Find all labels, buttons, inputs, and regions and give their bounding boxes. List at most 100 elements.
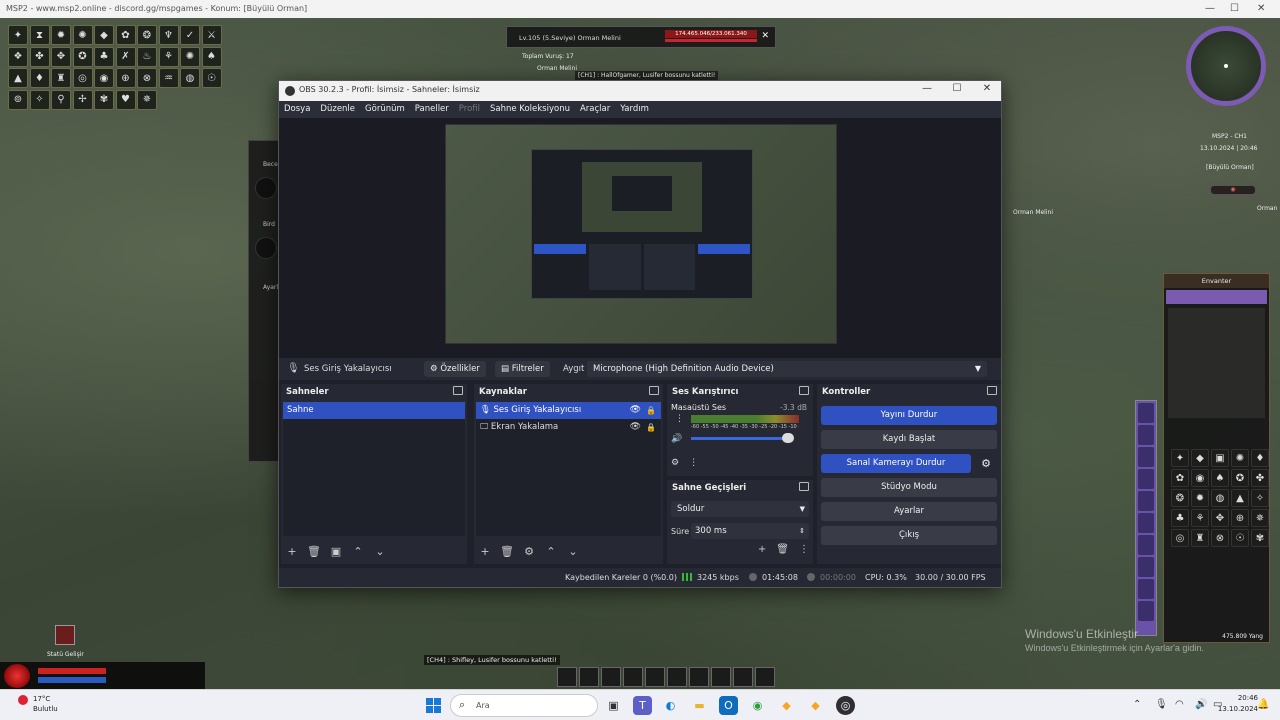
hotbar-slot[interactable] [755,667,775,687]
menu-view[interactable]: Görünüm [360,101,410,118]
trash-icon[interactable]: 🗑 [307,545,321,558]
app-icon[interactable]: ◆ [777,696,796,715]
undock-icon[interactable] [799,386,809,395]
skill-slot[interactable]: ⚔ [201,25,222,45]
hotbar-slot[interactable] [667,667,687,687]
preview-canvas[interactable] [445,124,837,344]
transition-select[interactable]: Soldur ▼ [671,501,809,517]
arrow-down-icon[interactable]: ⌄ [566,545,580,558]
inventory-slot[interactable]: ♜ [1191,529,1209,547]
skill-slot[interactable]: ♨ [137,46,157,67]
menu-scene-collection[interactable]: Sahne Koleksiyonu [485,101,575,118]
weather-description[interactable]: Bulutlu [33,705,58,713]
skill-slot[interactable]: ♠ [201,46,222,67]
skill-slot[interactable]: ✓ [180,25,200,45]
quick-bar-slot[interactable] [1138,535,1154,555]
skill-slot[interactable]: ♥ [115,89,136,110]
weather-temperature[interactable]: 17°C [33,695,50,703]
inventory-slot[interactable]: ✵ [1251,509,1269,527]
hotbar-slot[interactable] [733,667,753,687]
skill-slot[interactable]: ▲ [8,68,28,88]
source-item[interactable]: 🖵 Ekran Yakalama 👁 🔒 [476,419,661,436]
task-view-icon[interactable]: ▣ [604,696,623,715]
hotbar-slot[interactable] [645,667,665,687]
inventory-slot[interactable]: ✧ [1251,489,1269,507]
speaker-icon[interactable]: 🔊 [1195,699,1207,710]
gear-icon[interactable]: ⚙ [977,454,995,473]
menu-file[interactable]: Dosya [279,101,315,118]
status-icon[interactable] [55,625,75,645]
undock-icon[interactable] [987,386,997,395]
map-toggle-button[interactable]: ◉ [1210,185,1256,195]
arrow-up-icon[interactable]: ⌃ [351,545,365,558]
add-icon[interactable]: + [478,545,492,558]
studio-mode-button[interactable]: Stüdyo Modu [821,478,997,497]
maximize-icon[interactable]: ☐ [1230,0,1239,18]
inventory-slot[interactable]: ◎ [1171,529,1189,547]
inventory-slot[interactable]: ✹ [1191,489,1209,507]
quick-bar-slot[interactable] [1138,491,1154,511]
start-recording-button[interactable]: Kaydı Başlat [821,430,997,449]
eye-icon[interactable]: 👁 [630,402,641,419]
settings-button[interactable]: Ayarlar [821,502,997,521]
menu-edit[interactable]: Düzenle [315,101,360,118]
quick-bar-slot[interactable] [1138,579,1154,599]
microphone-icon[interactable]: 🎙 [1155,699,1168,710]
menu-help[interactable]: Yardım [615,101,654,118]
skill-slot[interactable]: ✧ [29,89,50,110]
add-icon[interactable]: + [285,545,299,558]
inventory-slot[interactable]: ✿ [1171,469,1189,487]
duration-input[interactable]: 300 ms ⇕ [691,523,809,539]
inventory-slot[interactable]: ✪ [1231,469,1249,487]
hotbar-slot[interactable] [579,667,599,687]
clock-date[interactable]: 13.10.2024 [1218,705,1258,713]
inventory-slot[interactable]: ✺ [1231,449,1249,467]
skill-slot[interactable]: ♒ [158,68,179,88]
exit-button[interactable]: Çıkış [821,526,997,545]
hotbar-slot[interactable] [623,667,643,687]
skill-slot[interactable]: ✾ [94,89,114,110]
skill-slot[interactable]: ◉ [94,68,114,88]
gear-icon[interactable]: ⚙ [671,458,679,468]
hotbar-slot[interactable] [557,667,577,687]
close-icon[interactable]: ✕ [1257,0,1265,18]
quick-bar-slot[interactable] [1138,447,1154,467]
skill-slot[interactable]: ⚲ [51,89,71,110]
inventory-slot[interactable]: ✥ [1211,509,1229,527]
inventory-slot[interactable]: ◉ [1191,469,1209,487]
stop-stream-button[interactable]: Yayını Durdur [821,406,997,425]
skill-slot[interactable]: ✪ [72,46,93,67]
chevron-up-icon[interactable]: ⌃ [1133,699,1141,710]
undock-icon[interactable] [453,386,463,395]
close-icon[interactable]: ✕ [761,31,769,41]
skill-slot[interactable]: ⊗ [137,68,157,88]
equipment-area[interactable] [1168,308,1265,418]
inventory-tabs[interactable] [1166,290,1267,304]
hotbar-slot[interactable] [601,667,621,687]
inventory-slot[interactable]: ❂ [1171,489,1189,507]
quick-bar-slot[interactable] [1138,601,1154,621]
inventory-slot[interactable]: ⚘ [1191,509,1209,527]
lock-icon[interactable]: 🔒 [646,402,656,419]
obs-icon[interactable]: ◎ [836,696,855,715]
arrow-down-icon[interactable]: ⌄ [373,545,387,558]
app-icon[interactable]: ◆ [806,696,825,715]
source-item[interactable]: 🎙 Ses Giriş Yakalayıcısı 👁 🔒 [476,402,661,419]
quick-bar-slot[interactable] [1138,425,1154,445]
edge-icon[interactable]: ◐ [661,696,680,715]
quick-bar-slot[interactable] [1138,469,1154,489]
weather-icon[interactable] [18,695,28,705]
minimize-icon[interactable]: — [917,83,937,94]
inventory-slot[interactable]: ▣ [1211,449,1229,467]
menu-docks[interactable]: Paneller [410,101,454,118]
chrome-icon[interactable]: ◉ [748,696,767,715]
skill-slot[interactable]: ◆ [94,25,114,45]
lock-icon[interactable]: 🔒 [646,419,656,436]
skill-slot[interactable]: ✵ [137,89,157,110]
undock-icon[interactable] [799,482,809,491]
eye-icon[interactable]: 👁 [630,419,641,436]
close-icon[interactable]: ✕ [977,83,997,94]
teams-icon[interactable]: T [633,696,652,715]
filter-icon[interactable]: ▣ [329,545,343,558]
skill-slot[interactable]: ✦ [8,25,28,45]
